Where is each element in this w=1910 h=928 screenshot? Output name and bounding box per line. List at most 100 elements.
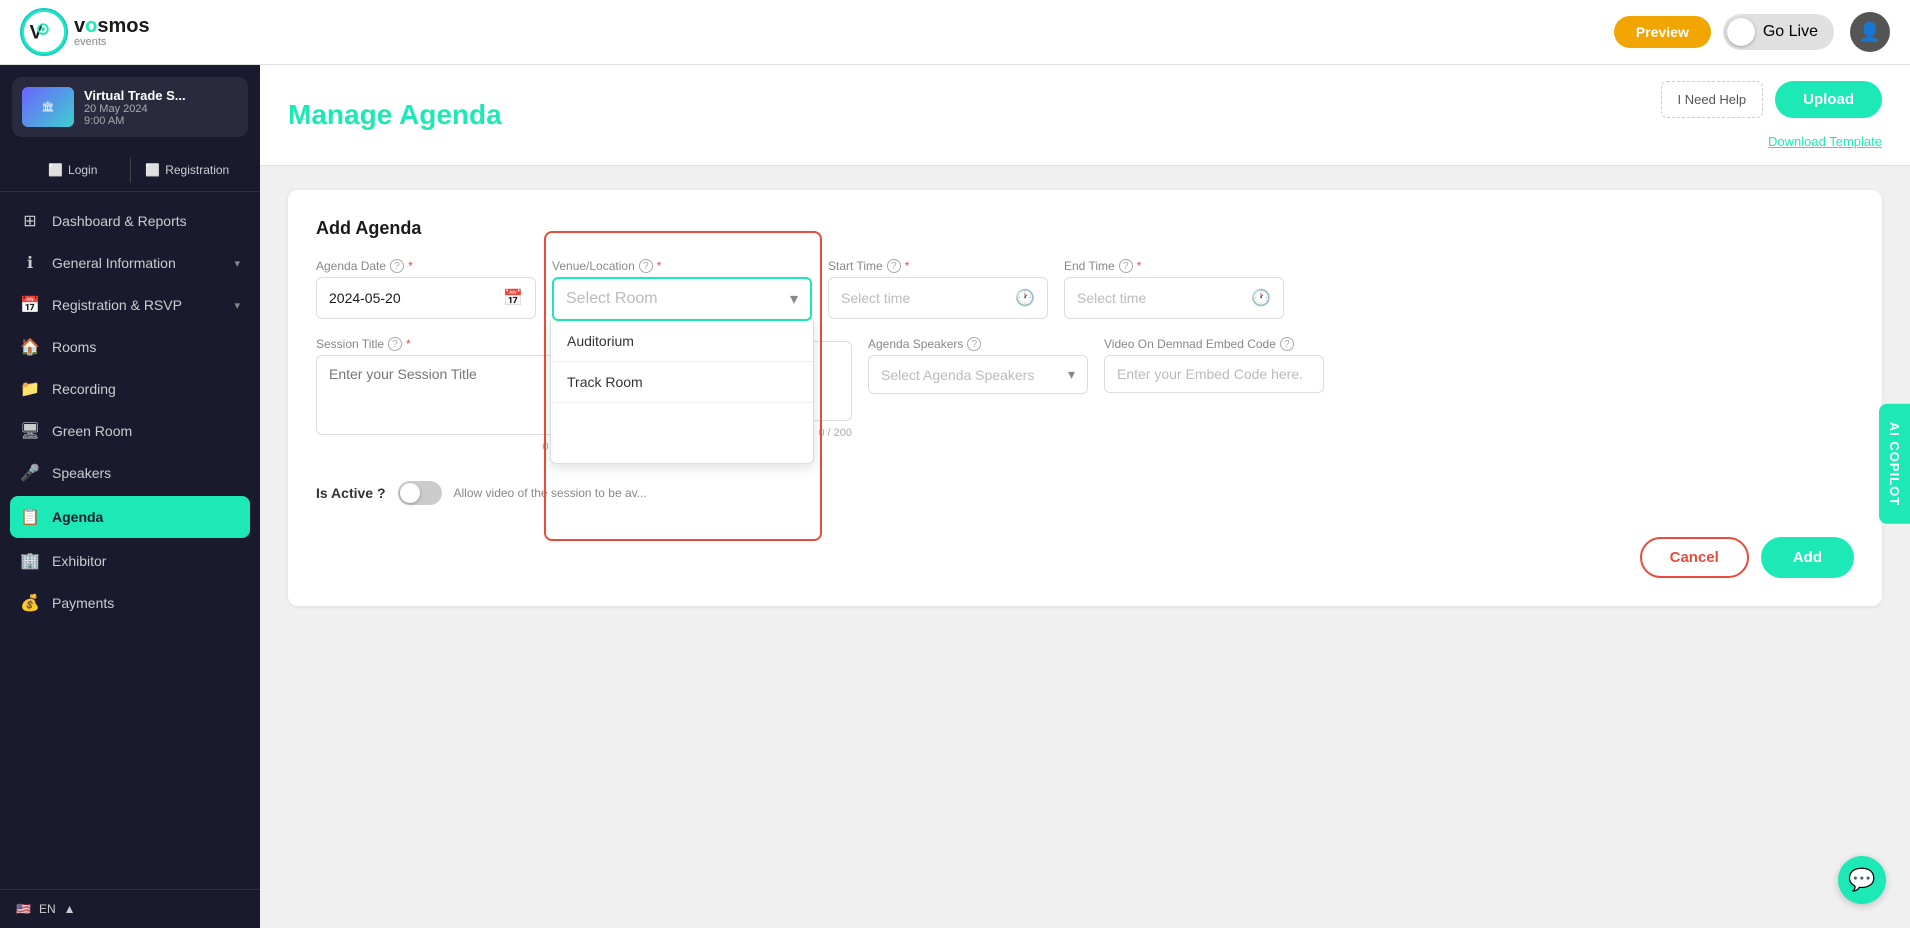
- sidebar-item-speakers[interactable]: 🎤 Speakers: [0, 452, 260, 494]
- event-card: 🏛 Virtual Trade S... 20 May 2024 9:00 AM: [12, 77, 248, 137]
- chat-button[interactable]: 💬: [1838, 856, 1886, 904]
- speakers-icon: 🎤: [20, 463, 40, 483]
- help-icon[interactable]: ?: [639, 259, 653, 273]
- venue-option-auditorium[interactable]: Auditorium: [551, 321, 813, 362]
- greenroom-icon: 🖥: [20, 421, 40, 441]
- start-time-label: Start Time ? *: [828, 259, 1048, 273]
- ai-copilot-tab[interactable]: AI COPILOT: [1879, 404, 1910, 524]
- language-selector[interactable]: 🇺🇸 EN ▲: [0, 889, 260, 928]
- agenda-date-input[interactable]: 2024-05-20 📅: [316, 277, 536, 319]
- speakers-field: Agenda Speakers ? Select Agenda Speakers…: [868, 337, 1088, 453]
- chevron-down-icon: ▾: [1068, 366, 1075, 383]
- clock-icon: 🕐: [1015, 288, 1035, 308]
- registration-button[interactable]: ⬜ Registration: [131, 157, 245, 183]
- toggle-thumb: [400, 483, 420, 503]
- sidebar-item-label: Green Room: [52, 423, 240, 439]
- content-body: Add Agenda Agenda Date ? * 2024-05-20 📅: [260, 166, 1910, 928]
- chat-icon: 💬: [1848, 867, 1875, 893]
- chevron-down-icon: ▾: [234, 257, 240, 270]
- sidebar-item-greenroom[interactable]: 🖥 Green Room: [0, 410, 260, 452]
- form-row-2: Session Title ? * 0 / 200 0 / 200: [316, 337, 1854, 453]
- start-time-field: Start Time ? * Select time 🕐: [828, 259, 1048, 321]
- add-agenda-card: Add Agenda Agenda Date ? * 2024-05-20 📅: [288, 190, 1882, 606]
- dashboard-icon: ⊞: [20, 211, 40, 231]
- venue-dropdown-box: Select Room ▾: [552, 277, 812, 321]
- event-time: 9:00 AM: [84, 115, 238, 127]
- user-avatar[interactable]: 👤: [1850, 12, 1890, 52]
- video-embed-label: Video On Demnad Embed Code ?: [1104, 337, 1324, 351]
- sidebar-item-recording[interactable]: 📁 Recording: [0, 368, 260, 410]
- content-header: Manage Agenda I Need Help Upload Downloa…: [260, 65, 1910, 166]
- chevron-up-icon: ▲: [64, 902, 76, 916]
- video-embed-input[interactable]: Enter your Embed Code here.: [1104, 355, 1324, 393]
- sidebar-item-label: General Information: [52, 255, 222, 271]
- golive-toggle[interactable]: Go Live: [1723, 14, 1834, 50]
- rooms-icon: 🏠: [20, 337, 40, 357]
- sidebar-item-registration[interactable]: 📅 Registration & RSVP ▾: [0, 284, 260, 326]
- preview-button[interactable]: Preview: [1614, 16, 1711, 48]
- help-icon[interactable]: ?: [1280, 337, 1294, 351]
- toggle-thumb: [1727, 18, 1755, 46]
- download-template-link[interactable]: Download Template: [1768, 134, 1882, 149]
- help-icon[interactable]: ?: [388, 337, 402, 351]
- login-button[interactable]: ⬜ Login: [16, 157, 131, 183]
- sidebar: 🏛 Virtual Trade S... 20 May 2024 9:00 AM…: [0, 65, 260, 928]
- registration-label: Registration: [165, 163, 229, 177]
- registration-icon: 📅: [20, 295, 40, 315]
- chevron-down-icon: ▾: [234, 299, 240, 312]
- is-active-label: Is Active ?: [316, 485, 386, 501]
- form-card-title: Add Agenda: [316, 218, 1854, 239]
- help-icon[interactable]: ?: [887, 259, 901, 273]
- sidebar-auth: ⬜ Login ⬜ Registration: [0, 149, 260, 192]
- venue-select[interactable]: Select Room ▾: [554, 279, 810, 319]
- agenda-date-field: Agenda Date ? * 2024-05-20 📅: [316, 259, 536, 321]
- calendar-icon: 📅: [503, 288, 523, 308]
- speakers-label: Agenda Speakers ?: [868, 337, 1088, 351]
- event-thumbnail: 🏛: [22, 87, 74, 127]
- venue-dropdown-wrapper: Select Room ▾ Auditorium Track Room: [552, 277, 812, 321]
- recording-icon: 📁: [20, 379, 40, 399]
- need-help-button[interactable]: I Need Help: [1661, 81, 1764, 118]
- lang-label: EN: [39, 902, 56, 916]
- content-area: Manage Agenda I Need Help Upload Downloa…: [260, 65, 1910, 928]
- sidebar-item-label: Agenda: [52, 509, 240, 525]
- sidebar-item-label: Payments: [52, 595, 240, 611]
- logo-icon: V: [20, 8, 68, 56]
- sidebar-item-dashboard[interactable]: ⊞ Dashboard & Reports: [0, 200, 260, 242]
- upload-button[interactable]: Upload: [1775, 81, 1882, 118]
- sidebar-item-exhibitor[interactable]: 🏢 Exhibitor: [0, 540, 260, 582]
- sidebar-item-label: Speakers: [52, 465, 240, 481]
- session-title-textarea[interactable]: [316, 355, 576, 435]
- session-title-field: Session Title ? * 0 / 200: [316, 337, 576, 453]
- is-active-toggle[interactable]: [398, 481, 442, 505]
- sidebar-item-label: Exhibitor: [52, 553, 240, 569]
- agenda-date-value: 2024-05-20: [329, 290, 401, 306]
- sidebar-nav: ⊞ Dashboard & Reports ℹ General Informat…: [0, 192, 260, 889]
- agenda-date-label: Agenda Date ? *: [316, 259, 536, 273]
- general-icon: ℹ: [20, 253, 40, 273]
- end-time-input[interactable]: Select time 🕐: [1064, 277, 1284, 319]
- help-icon[interactable]: ?: [390, 259, 404, 273]
- venue-dropdown-list: Auditorium Track Room: [550, 321, 814, 464]
- help-icon[interactable]: ?: [967, 337, 981, 351]
- clock-icon: 🕐: [1251, 288, 1271, 308]
- agenda-icon: 📋: [20, 507, 40, 527]
- end-time-placeholder: Select time: [1077, 290, 1146, 306]
- help-icon[interactable]: ?: [1119, 259, 1133, 273]
- cancel-button[interactable]: Cancel: [1640, 537, 1749, 578]
- event-date: 20 May 2024: [84, 103, 238, 115]
- sidebar-item-general[interactable]: ℹ General Information ▾: [0, 242, 260, 284]
- venue-label: Venue/Location ? *: [552, 259, 812, 273]
- logo-text: vosmos events: [74, 16, 150, 48]
- sidebar-item-agenda[interactable]: 📋 Agenda: [10, 496, 250, 538]
- sidebar-item-rooms[interactable]: 🏠 Rooms: [0, 326, 260, 368]
- golive-label: Go Live: [1763, 23, 1818, 41]
- venue-option-trackroom[interactable]: Track Room: [551, 362, 813, 403]
- end-time-label: End Time ? *: [1064, 259, 1284, 273]
- speakers-input[interactable]: Select Agenda Speakers ▾: [868, 355, 1088, 394]
- speakers-placeholder: Select Agenda Speakers: [881, 367, 1034, 383]
- start-time-input[interactable]: Select time 🕐: [828, 277, 1048, 319]
- sidebar-item-payments[interactable]: 💰 Payments: [0, 582, 260, 624]
- add-button[interactable]: Add: [1761, 537, 1854, 578]
- is-active-row: Is Active ? Allow video of the session t…: [316, 469, 1854, 517]
